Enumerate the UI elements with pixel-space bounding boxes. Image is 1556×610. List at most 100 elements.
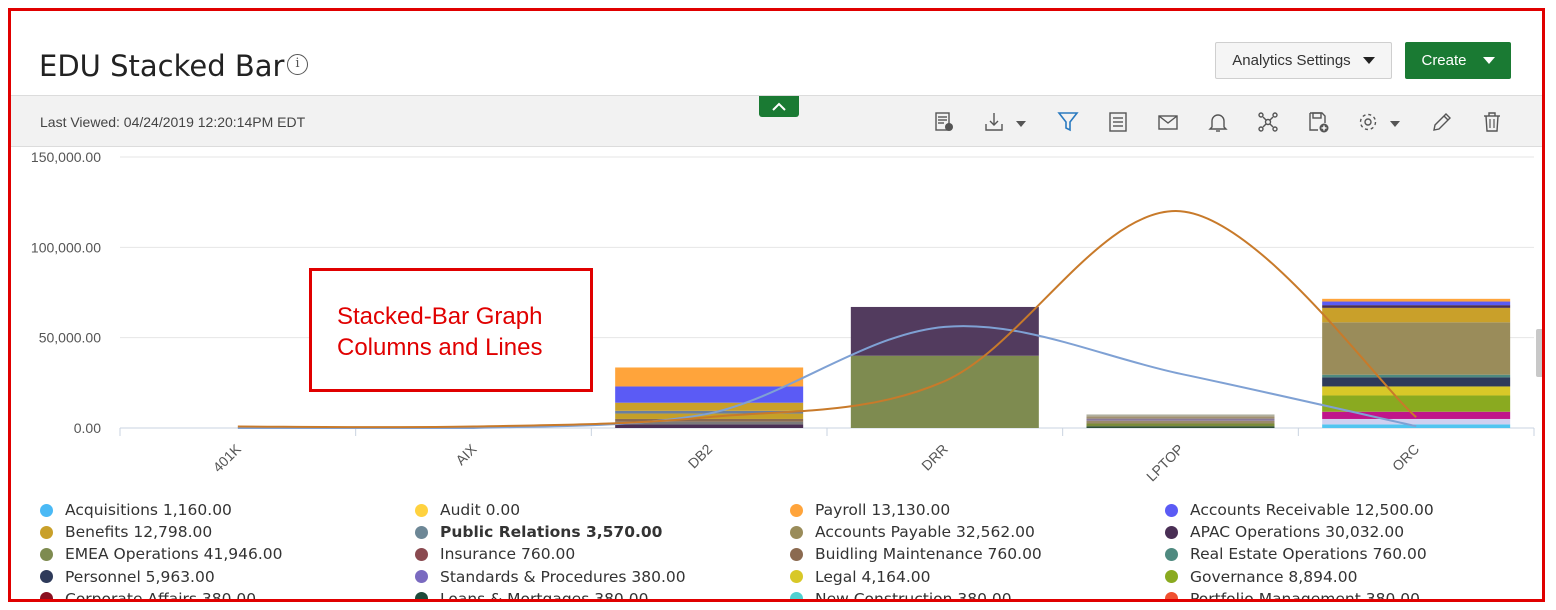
trash-icon[interactable] xyxy=(1480,110,1504,134)
bell-icon[interactable] xyxy=(1206,110,1230,134)
bar-segment xyxy=(1086,418,1275,421)
create-button[interactable]: Create xyxy=(1405,42,1511,79)
gear-icon[interactable] xyxy=(1356,110,1380,134)
legend-item[interactable]: Buidling Maintenance 760.00 xyxy=(790,543,1042,565)
legend-swatch-icon xyxy=(415,592,428,599)
x-tick-label: ORC xyxy=(1389,441,1422,474)
legend-label: APAC Operations 30,032.00 xyxy=(1190,523,1405,542)
x-tick-label: DB2 xyxy=(685,441,716,472)
legend-label: Buidling Maintenance 760.00 xyxy=(815,545,1042,564)
last-viewed-value: 04/24/2019 12:20:14PM EDT xyxy=(123,114,306,130)
bar-segment xyxy=(1322,395,1511,412)
collapse-header-button[interactable] xyxy=(759,96,799,117)
stacked-bar-chart: 150,000.00 100,000.00 50,000.00 0.00 401K AIX… xyxy=(11,147,1537,487)
app-frame: EDU Stacked Bar i Analytics Settings Cre… xyxy=(8,8,1545,602)
legend-swatch-icon xyxy=(1165,525,1178,539)
create-label: Create xyxy=(1421,52,1467,69)
legend-label: Loans & Mortgages 380.00 xyxy=(440,589,649,602)
legend-label: New Construction 380.00 xyxy=(815,589,1012,602)
legend-swatch-icon xyxy=(1165,592,1178,599)
legend-label: Legal 4,164.00 xyxy=(815,567,931,586)
legend-swatch-icon xyxy=(790,592,803,599)
bar-segment xyxy=(1322,418,1511,425)
x-tick-label: AIX xyxy=(452,440,480,468)
legend-item[interactable]: Personnel 5,963.00 xyxy=(40,566,215,588)
info-icon[interactable]: i xyxy=(287,54,308,75)
legend-label: Governance 8,894.00 xyxy=(1190,567,1358,586)
legend-item[interactable]: EMEA Operations 41,946.00 xyxy=(40,543,283,565)
analytics-settings-label: Analytics Settings xyxy=(1232,52,1351,69)
legend-item[interactable]: Real Estate Operations 760.00 xyxy=(1165,543,1427,565)
chart-canvas: 150,000.00 100,000.00 50,000.00 0.00 401K AIX… xyxy=(31,149,1535,485)
legend-item[interactable]: Standards & Procedures 380.00 xyxy=(415,566,686,588)
annotation-line-2: Columns and Lines xyxy=(337,334,543,361)
legend-item[interactable]: APAC Operations 30,032.00 xyxy=(1165,521,1404,543)
bar-segment xyxy=(1322,298,1511,302)
legend-item[interactable]: Corporate Affairs 380.00 xyxy=(40,588,256,599)
x-tick-label: 401K xyxy=(210,440,245,475)
page-header: EDU Stacked Bar i Analytics Settings Cre… xyxy=(11,11,1542,95)
last-viewed-label: Last Viewed: xyxy=(40,114,120,130)
pencil-icon[interactable] xyxy=(1430,110,1454,134)
bar-segment xyxy=(1322,307,1511,323)
legend-swatch-icon xyxy=(40,592,53,599)
legend-swatch-icon xyxy=(1165,570,1178,584)
legend-swatch-icon xyxy=(790,570,803,584)
legend-item[interactable]: Loans & Mortgages 380.00 xyxy=(415,588,649,602)
bar-segment xyxy=(615,424,804,428)
bar-segment xyxy=(1086,426,1275,428)
legend-item[interactable]: Acquisitions 1,160.00 xyxy=(40,499,232,521)
bar-segment xyxy=(1322,386,1511,396)
legend-label: Acquisitions 1,160.00 xyxy=(65,501,232,519)
caret-down-icon xyxy=(1482,57,1495,64)
legend-swatch-icon xyxy=(415,503,428,517)
legend-item[interactable]: Payroll 13,130.00 xyxy=(790,499,950,521)
legend-swatch-icon xyxy=(790,547,803,561)
bar-segment xyxy=(1322,322,1511,375)
download-icon[interactable] xyxy=(982,110,1006,134)
caret-down-icon[interactable] xyxy=(1390,121,1400,127)
legend-item[interactable]: Audit 0.00 xyxy=(415,499,520,521)
bar-segment xyxy=(1322,374,1511,378)
y-tick-label: 150,000.00 xyxy=(31,149,101,165)
bar-segment xyxy=(1322,411,1511,419)
legend-swatch-icon xyxy=(415,525,428,539)
legend-swatch-icon xyxy=(40,503,53,517)
legend-item[interactable]: Insurance 760.00 xyxy=(415,543,575,565)
legend-label: Standards & Procedures 380.00 xyxy=(440,567,686,586)
legend-swatch-icon xyxy=(40,547,53,561)
page-title: EDU Stacked Bar xyxy=(39,49,285,83)
legend-item[interactable]: Legal 4,164.00 xyxy=(790,566,931,588)
filter-icon[interactable] xyxy=(1056,110,1080,134)
legend-label: Accounts Payable 32,562.00 xyxy=(815,523,1035,542)
panel-resize-handle[interactable] xyxy=(1536,329,1542,377)
bar-segment xyxy=(1322,377,1511,387)
legend-label: Public Relations 3,570.00 xyxy=(440,523,663,542)
y-tick-label: 100,000.00 xyxy=(31,239,101,255)
report-view-icon[interactable] xyxy=(932,110,956,134)
bar-segment xyxy=(615,386,804,403)
save-add-icon[interactable] xyxy=(1306,110,1330,134)
legend-item[interactable]: Benefits 12,798.00 xyxy=(40,521,212,543)
bar-segment xyxy=(1086,414,1275,417)
x-tick-label: DRR xyxy=(918,441,951,474)
legend-item[interactable]: Accounts Receivable 12,500.00 xyxy=(1165,499,1434,521)
legend-item[interactable]: Public Relations 3,570.00 xyxy=(415,521,662,543)
legend-item[interactable]: Portfolio Management 380.00 xyxy=(1165,588,1420,599)
legend-item[interactable]: Accounts Payable 32,562.00 xyxy=(790,521,1035,543)
analytics-settings-button[interactable]: Analytics Settings xyxy=(1215,42,1392,79)
legend-swatch-icon xyxy=(1165,547,1178,561)
legend-item[interactable]: New Construction 380.00 xyxy=(790,588,1012,602)
legend-item[interactable]: Governance 8,894.00 xyxy=(1165,566,1357,588)
email-icon[interactable] xyxy=(1156,110,1180,134)
legend-swatch-icon xyxy=(40,570,53,584)
network-icon[interactable] xyxy=(1256,110,1280,134)
x-tick-label: LPTOP xyxy=(1143,441,1187,485)
y-tick-label: 0.00 xyxy=(74,420,101,436)
caret-down-icon[interactable] xyxy=(1016,121,1026,127)
notes-icon[interactable] xyxy=(1106,110,1130,134)
bar-segment xyxy=(1086,420,1275,424)
annotation-line-1: Stacked-Bar Graph xyxy=(337,303,543,330)
toolbar: Last Viewed: 04/24/2019 12:20:14PM EDT xyxy=(11,95,1542,147)
bar-segment xyxy=(1086,423,1275,427)
